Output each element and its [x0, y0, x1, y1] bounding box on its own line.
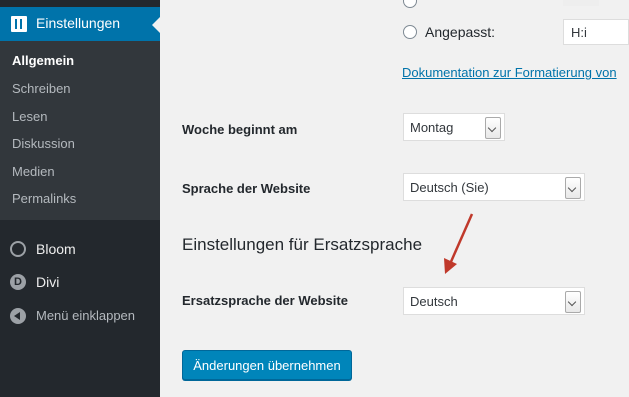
- chevron-down-icon: [565, 291, 581, 313]
- submenu-item-diskussion[interactable]: Diskussion: [12, 136, 75, 151]
- date-format-docs-link[interactable]: Dokumentation zur Formatierung von: [402, 65, 617, 80]
- fallback-language-select[interactable]: Deutsch: [403, 287, 585, 315]
- settings-icon: [11, 16, 27, 32]
- fallback-language-value: Deutsch: [410, 294, 458, 309]
- menu-label-bloom: Bloom: [36, 241, 76, 257]
- save-changes-button[interactable]: Änderungen übernehmen: [182, 350, 352, 380]
- week-starts-value: Montag: [410, 120, 454, 135]
- menu-item-bloom[interactable]: Bloom: [0, 235, 160, 265]
- divi-icon: D: [10, 274, 26, 290]
- submenu-item-allgemein[interactable]: Allgemein: [12, 53, 74, 68]
- time-format-radio-partial[interactable]: [403, 0, 417, 8]
- week-starts-select[interactable]: Montag: [403, 113, 505, 141]
- fallback-section-heading: Einstellungen für Ersatzsprache: [182, 235, 423, 254]
- site-language-value: Deutsch (Sie): [410, 180, 489, 195]
- collapse-icon: [10, 308, 26, 324]
- active-indicator: [152, 17, 160, 33]
- submenu-item-lesen[interactable]: Lesen: [12, 109, 47, 124]
- admin-sidebar: Einstellungen Allgemein Schreiben Lesen …: [0, 0, 160, 397]
- menu-label-einstellungen: Einstellungen: [36, 15, 121, 31]
- collapse-menu-label: Menü einklappen: [36, 308, 136, 323]
- settings-content: Angepasst: Dokumentation zur Formatierun…: [160, 0, 629, 397]
- submenu-item-permalinks[interactable]: Permalinks: [12, 191, 76, 206]
- time-format-custom-radio[interactable]: [403, 25, 417, 39]
- time-format-custom-input[interactable]: [563, 19, 629, 45]
- fallback-language-label: Ersatzsprache der Website: [182, 293, 348, 308]
- collapse-menu-button[interactable]: Menü einklappen: [0, 302, 160, 332]
- submenu-item-schreiben[interactable]: Schreiben: [12, 81, 71, 96]
- menu-item-divi[interactable]: D Divi: [0, 268, 160, 298]
- week-starts-label: Woche beginnt am: [182, 122, 298, 137]
- time-format-custom-label: Angepasst:: [425, 24, 496, 40]
- site-language-select[interactable]: Deutsch (Sie): [403, 173, 585, 201]
- time-format-sample: [563, 0, 599, 6]
- bloom-icon: [10, 241, 26, 257]
- annotation-arrow-icon: [444, 213, 474, 274]
- settings-submenu: Allgemein Schreiben Lesen Diskussion Med…: [0, 41, 160, 220]
- submenu-item-medien[interactable]: Medien: [12, 164, 55, 179]
- menu-item-einstellungen[interactable]: Einstellungen: [0, 7, 160, 41]
- menu-label-divi: Divi: [36, 274, 60, 290]
- chevron-down-icon: [565, 177, 581, 199]
- site-language-label: Sprache der Website: [182, 181, 311, 196]
- chevron-down-icon: [485, 117, 501, 139]
